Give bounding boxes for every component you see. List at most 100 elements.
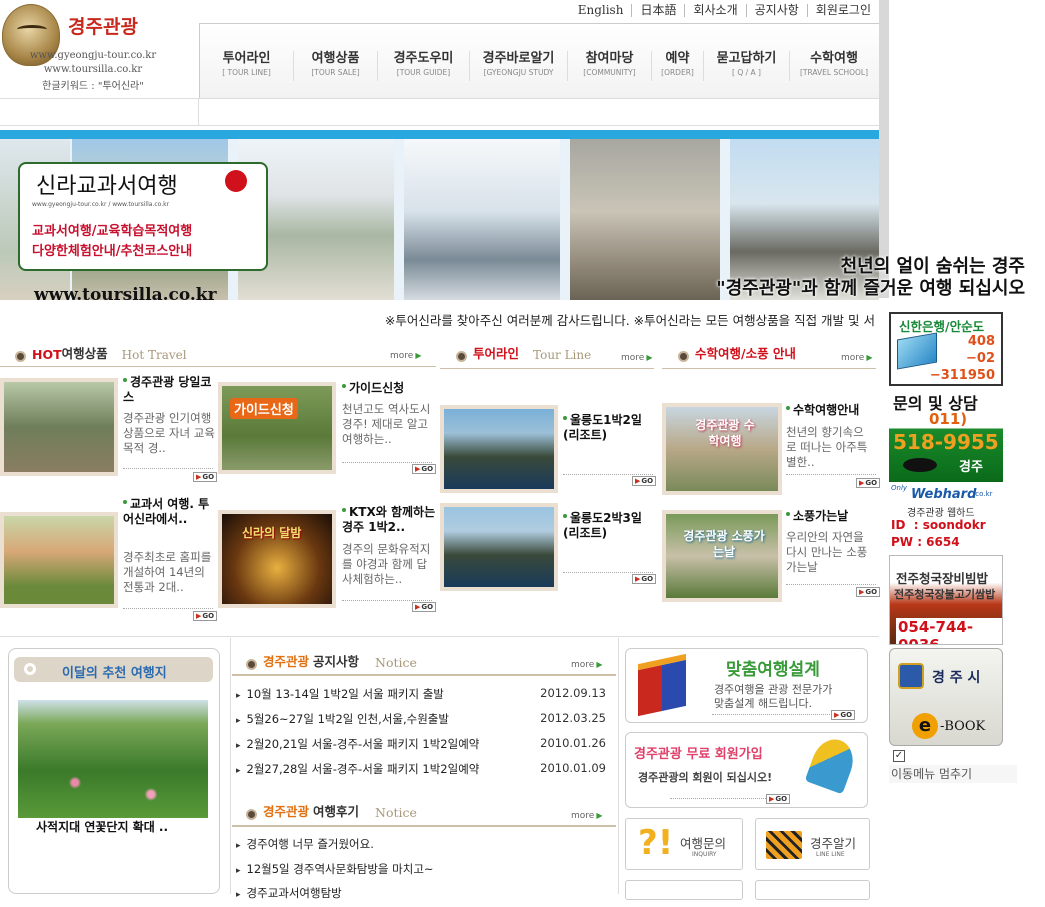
recommend-photo-lotus[interactable] xyxy=(18,700,208,818)
notice-row[interactable]: 2월20,21일 서울-경주-서울 패키지 1박2일예약2010.01.26 xyxy=(236,736,606,758)
notice-divider xyxy=(232,674,616,676)
ebook-label: -BOOK xyxy=(940,719,986,734)
go-button[interactable]: GO xyxy=(632,476,657,486)
product-title-daytrip[interactable]: 경주관광 당일코스 xyxy=(123,375,218,405)
link-english[interactable]: English xyxy=(570,4,632,17)
city-name: 경 주 시 xyxy=(932,670,981,686)
link-notice[interactable]: 공지사항 xyxy=(745,4,807,17)
school-thumb-trip[interactable]: 경주관광 수학여행 xyxy=(662,403,782,495)
stop-menu-checkbox[interactable]: ✓ xyxy=(893,750,905,762)
recommend-bullet-icon xyxy=(24,663,36,675)
sub-menu-bar xyxy=(0,98,879,126)
tourline-thumb-ulleung-2[interactable] xyxy=(440,503,558,591)
go-button[interactable]: GO xyxy=(193,472,218,482)
school-more-link[interactable]: more xyxy=(841,353,872,363)
go-button[interactable]: GO xyxy=(193,611,218,621)
school-desc-picnic: 우리안의 자연을 다시 만나는 소풍가는날 xyxy=(786,530,868,574)
custom-travel-box[interactable]: 맞춤여행설계 경주여행을 관광 전문가가 맞춤설계 해드립니다. GO xyxy=(625,648,868,723)
go-button[interactable]: GO xyxy=(632,574,657,584)
clapperboard-icon xyxy=(766,831,802,859)
section-bullet-icon xyxy=(15,351,26,362)
tourline-title-ulleung-2[interactable]: 울릉도2박3일 (리조트) xyxy=(563,511,653,541)
review-row[interactable]: 12월5일 경주역사문화탐방을 마치고~ xyxy=(236,861,606,883)
nav-community[interactable]: 참여마당 [COMMUNITY] xyxy=(568,51,652,81)
city-ebook-ad[interactable]: 경 주 시 e -BOOK xyxy=(889,648,1003,746)
nav-tour-sale[interactable]: 여행상품 [TOUR SALE] xyxy=(294,51,378,81)
signup-desc: 경주관광의 회원이 되십시오! xyxy=(638,771,773,784)
quick-gyeongju-button[interactable]: 경주알기 LINE LINE xyxy=(755,818,870,870)
go-button[interactable]: GO xyxy=(412,602,437,612)
webhard-tld: .co.kr xyxy=(973,490,993,498)
notice-more-link[interactable]: more xyxy=(571,660,602,670)
hot-more-link[interactable]: more xyxy=(390,351,421,361)
go-button[interactable]: GO xyxy=(766,794,791,804)
hot-divider xyxy=(0,366,436,367)
banner-photo-temple xyxy=(404,139,560,300)
dotted-divider xyxy=(123,468,213,469)
go-button[interactable]: GO xyxy=(856,478,881,488)
review-row[interactable]: 경주여행 너무 즐거웠어요. xyxy=(236,836,606,858)
quick-gyeongju-label: 경주알기 xyxy=(810,836,857,851)
link-company[interactable]: 회사소개 xyxy=(684,4,745,17)
tourline-title-ulleung-1[interactable]: 울릉도1박2일 (리조트) xyxy=(563,413,653,443)
go-button[interactable]: GO xyxy=(856,587,881,597)
school-title-picnic[interactable]: 소풍가는날 xyxy=(786,509,878,524)
tourline-en: Tour Line xyxy=(533,348,592,362)
recommend-title-bar: 이달의 추천 여행지 xyxy=(14,657,213,682)
signup-box[interactable]: 경주관광 무료 회원가입 경주관광의 회원이 되십시오! GO xyxy=(625,732,868,808)
quick-inquiry-button[interactable]: ?! 여행문의 INQUIRY xyxy=(625,818,743,870)
product-title-guide[interactable]: 가이드신청 xyxy=(342,381,437,396)
product-title-ktx[interactable]: KTX와 함께하는경주 1박2.. xyxy=(342,505,437,535)
ktx-thumb-text: 신라의 달밤 xyxy=(242,526,302,540)
go-button[interactable]: GO xyxy=(831,710,856,720)
hot-travel-title: 여행상품 xyxy=(61,346,108,361)
guide-thumb-text: 가이드신청 xyxy=(230,398,298,419)
quick-button-4[interactable] xyxy=(755,880,870,900)
nav-order[interactable]: 예약 [ORDER] xyxy=(652,51,704,81)
product-thumb-daytrip[interactable] xyxy=(0,378,118,476)
webhard-ad[interactable]: Only Webhard .co.kr 경주관광 웹하드 ID : soondo… xyxy=(889,484,1003,552)
quick-button-3[interactable] xyxy=(625,880,743,900)
notice-row[interactable]: 2월27,28일 서울-경주-서울 패키지 1박2일예약2010.01.09 xyxy=(236,761,606,783)
product-title-textbook[interactable]: 교과서 여행. 투어신라에서.. xyxy=(123,497,213,527)
hot-travel-en: Hot Travel xyxy=(121,348,187,362)
school-thumb-picnic[interactable]: 경주관광 소풍가는날 xyxy=(662,510,782,602)
review-more-link[interactable]: more xyxy=(571,811,602,821)
question-mark-icon: ?! xyxy=(638,823,674,863)
nav-tour-guide[interactable]: 경주도우미 [TOUR GUIDE] xyxy=(378,51,470,81)
link-japanese[interactable]: 日本語 xyxy=(631,4,684,17)
review-row[interactable]: 경주교과서여행탐방 xyxy=(236,885,606,907)
tourline-more-link[interactable]: more xyxy=(621,353,652,363)
restaurant-ad[interactable]: 전주청국장비빔밥 전주청국장불고기쌈밥 054-744-0036 xyxy=(889,555,1003,645)
notice-title: 공지사항 xyxy=(313,654,360,669)
tourline-thumb-ulleung-1[interactable] xyxy=(440,405,558,493)
quick-gyeongju-en: LINE LINE xyxy=(816,851,845,858)
nav-gyeongju-study[interactable]: 경주바로알기 [GYEONGJU STUDY xyxy=(470,51,568,81)
product-thumb-ktx[interactable]: 신라의 달밤 xyxy=(218,510,336,608)
nav-tour-line[interactable]: 투어라인[ TOUR LINE] xyxy=(200,51,294,81)
product-thumb-guide[interactable]: 가이드신청 xyxy=(218,382,336,474)
site-logo-title[interactable]: 경주관광 xyxy=(68,12,138,39)
school-desc-trip: 천년의 향기속으로 떠나는 아주특별한.. xyxy=(786,425,868,469)
dotted-divider xyxy=(342,462,432,463)
banner-promo-box[interactable]: 신라교과서여행 www.gyeongju-tour.co.kr / www.to… xyxy=(18,162,268,271)
banner-box-line-1: 교과서여행/교육학습목적여행 xyxy=(32,224,193,239)
recommend-caption[interactable]: 사적지대 연꽃단지 확대 .. xyxy=(36,818,168,835)
restaurant-phone: 054-744-0036 xyxy=(896,618,1002,644)
nav-qna[interactable]: 묻고답하기[ Q / A ] xyxy=(704,51,790,81)
notice-row[interactable]: 5월26~27일 1박2일 인천,서울,수원출발2012.03.25 xyxy=(236,711,606,733)
review-title-brand: 경주관광 xyxy=(263,804,310,819)
link-login[interactable]: 회원로그인 xyxy=(806,4,879,17)
logo-keyword: 한글키워드 : "투어신라" xyxy=(42,81,144,92)
picnic-thumb-text: 경주관광 소풍가는날 xyxy=(683,529,765,559)
banner-photo-buddha xyxy=(570,139,720,300)
go-button[interactable]: GO xyxy=(412,464,437,474)
school-trip-title: 수학여행/소풍 안내 xyxy=(695,346,796,361)
keys-icon xyxy=(804,733,860,795)
product-thumb-textbook[interactable] xyxy=(0,512,118,608)
school-title-trip[interactable]: 수학여행안내 xyxy=(786,403,878,418)
ebook-e-icon: e xyxy=(912,713,938,739)
nav-travel-school[interactable]: 수학여행 [TRAVEL SCHOOL] xyxy=(790,51,878,81)
main-nav: 투어라인[ TOUR LINE] 여행상품 [TOUR SALE] 경주도우미 [T… xyxy=(199,23,879,98)
notice-row[interactable]: 10월 13-14일 1박2일 서울 패키지 출발2012.09.13 xyxy=(236,686,606,708)
